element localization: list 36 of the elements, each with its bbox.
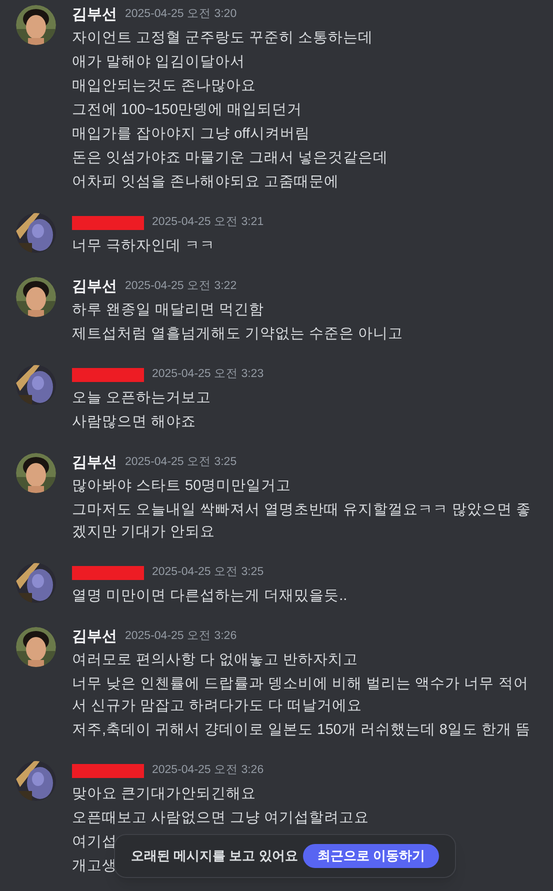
author-name[interactable]: 김부선	[72, 276, 117, 298]
author-name[interactable]: 김부선	[72, 452, 117, 474]
author-name[interactable]: 김부선	[72, 626, 117, 648]
message-text: 많아봐야 스타트 50명미만일거고	[72, 477, 292, 496]
message-text: 매입안되는것도 존나많아요	[72, 77, 256, 96]
message-text: 저주,축데이 귀해서 걍데이로 일본도 150개 러쉬했는데 8일도 한개 뜸	[72, 721, 531, 740]
timestamp: 2025-04-25 오전 3:26	[152, 763, 264, 778]
message-text: 매입가를 잡아야지 그냥 off시켜버림	[72, 125, 310, 144]
message-text: 오픈때보고 사람없으면 그냥 여기섭할려고요	[72, 809, 370, 828]
message-text: 너무 낮은 인첸률에 드랍률과 뎅소비에 비해 벌리는 액수가 너무 적어서 신규가 맘잡고 하려다가도 다 떠날거에요	[72, 675, 530, 716]
message-text: 너무 극하자인데 ㅋㅋ	[72, 237, 216, 256]
message-text: 여러모로 편의사항 다 없애놓고 반하자치고	[72, 651, 358, 670]
message-text: 오늘 오픈하는거보고	[72, 389, 212, 408]
timestamp: 2025-04-25 오전 3:25	[125, 455, 237, 470]
jump-to-latest-button[interactable]: 최근으로 이동하기	[303, 844, 439, 868]
message-text: 애가 말해야 입김이달아서	[72, 53, 246, 72]
message-text: 돈은 잇섬가야죠 마물기운 그래서 넣은것같은데	[72, 149, 388, 168]
message-text: 그마저도 오늘내일 싹빠져서 열명초반때 유지할껄요ㅋㅋ 많았으면 좋겠지만 기대가 안되요	[72, 501, 532, 542]
message-text: 그전에 100~150만뎅에 매입되던거	[72, 101, 302, 120]
timestamp: 2025-04-25 오전 3:20	[125, 7, 237, 22]
author-name[interactable]: 김부선	[72, 4, 117, 26]
timestamp: 2025-04-25 오전 3:23	[152, 367, 264, 382]
timestamp: 2025-04-25 오전 3:25	[152, 565, 264, 580]
message-text: 맞아요 큰기대가안되긴해요	[72, 785, 256, 804]
message-text: 어차피 잇섬을 존나해야되요 고줌때문에	[72, 173, 340, 192]
message-text: 개고생	[72, 857, 117, 876]
timestamp: 2025-04-25 오전 3:26	[125, 629, 237, 644]
message-text: 사람많으면 해야죠	[72, 413, 196, 432]
message-text: 하루 왠종일 매달리면 먹긴함	[72, 301, 264, 320]
message-text: 자이언트 고정혈 군주랑도 꾸준히 소통하는데	[72, 29, 374, 48]
notice-text: 오래된 메시지를 보고 있어요	[131, 847, 298, 866]
message-text: 여기섭	[72, 833, 117, 852]
message-text: 열명 미만이면 다른섭하는게 더재밌을듯..	[72, 587, 348, 606]
timestamp: 2025-04-25 오전 3:21	[152, 215, 264, 230]
timestamp: 2025-04-25 오전 3:22	[125, 279, 237, 294]
message-text: 제트섭처럼 열흘넘게해도 기약없는 수준은 아니고	[72, 325, 404, 344]
